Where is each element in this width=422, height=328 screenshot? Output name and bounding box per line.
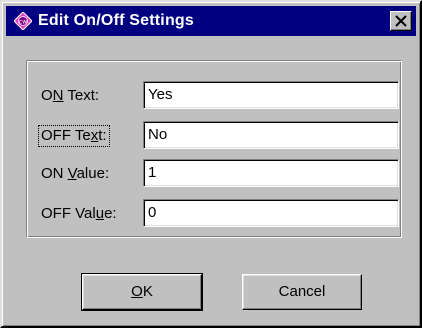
on-value-field[interactable]: 1 — [143, 159, 399, 187]
on-text-row: ON Text: Yes — [27, 81, 403, 111]
cw-app-icon: cw — [13, 11, 33, 31]
off-text-row: OFF Text: No — [27, 121, 403, 151]
on-value-row: ON Value: 1 — [27, 159, 403, 189]
off-value-label: OFF Value: — [41, 205, 117, 222]
settings-group: ON Text: Yes OFF Text: No ON Value: 1 OF… — [26, 60, 402, 238]
close-button[interactable] — [390, 11, 412, 31]
cancel-button[interactable]: Cancel — [242, 274, 362, 310]
off-text-label: OFF Text: — [38, 125, 110, 147]
close-x-icon — [395, 15, 407, 27]
ok-button[interactable]: OK — [81, 273, 203, 311]
window-title: Edit On/Off Settings — [38, 12, 194, 29]
svg-text:cw: cw — [19, 19, 27, 26]
off-value-field[interactable]: 0 — [143, 199, 399, 227]
on-text-field[interactable]: Yes — [143, 81, 399, 109]
off-text-field[interactable]: No — [143, 121, 399, 149]
on-text-label: ON Text: — [41, 87, 100, 104]
edit-on-off-dialog: cw Edit On/Off Settings ON Text: Yes OFF… — [0, 0, 422, 328]
on-value-label: ON Value: — [41, 165, 110, 182]
title-bar[interactable]: cw Edit On/Off Settings — [6, 6, 416, 36]
off-value-row: OFF Value: 0 — [27, 199, 403, 229]
